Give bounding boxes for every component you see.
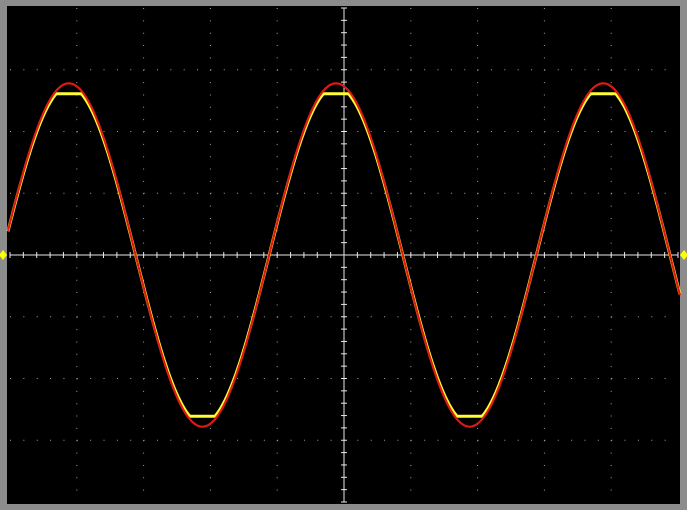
oscilloscope-display <box>0 0 687 510</box>
